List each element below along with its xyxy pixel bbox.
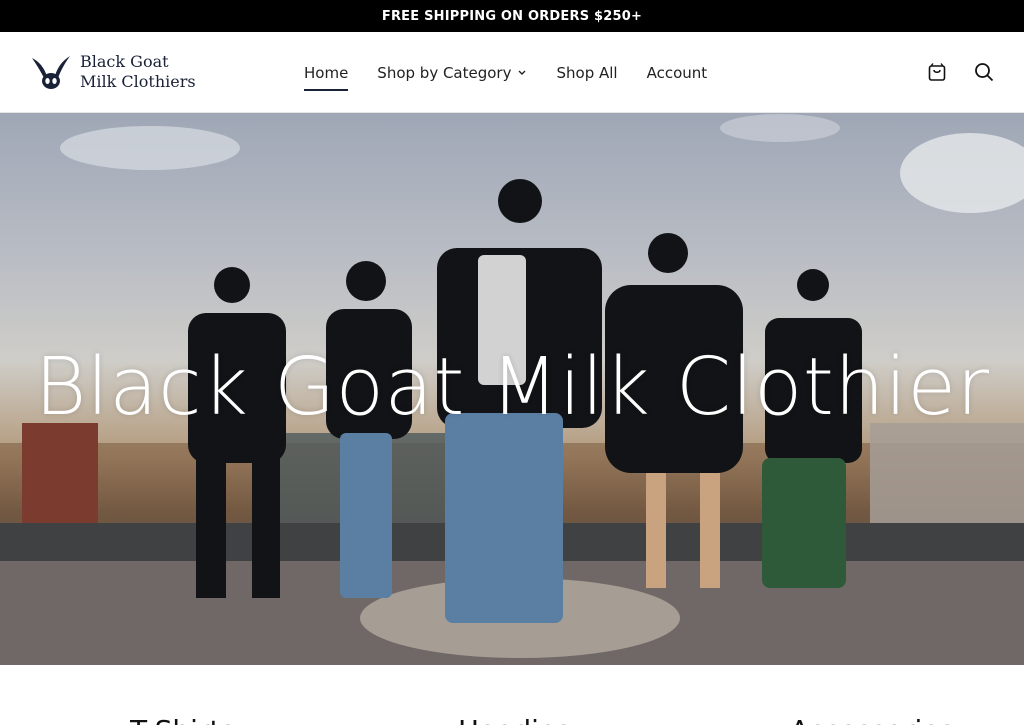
category-section-preview: T-Shirts Hoodies Accessories [0,665,1024,725]
nav-item-label: Home [304,63,349,82]
nav-item-account[interactable]: Account [647,32,708,113]
brand-logo[interactable]: Black Goat Milk Clothiers [30,52,196,92]
chevron-down-icon [518,70,526,75]
brand-name-line2: Milk Clothiers [80,72,196,91]
search-button[interactable] [972,60,996,84]
announcement-bar: FREE SHIPPING ON ORDERS $250+ [0,0,1024,32]
site-header: Black Goat Milk Clothiers Home Shop by C… [0,32,1024,113]
brand-name-line1: Black Goat [80,52,169,71]
nav-item-label: Shop All [556,63,618,82]
nav-item-label: Account [646,63,708,82]
announcement-text: FREE SHIPPING ON ORDERS $250+ [381,8,643,24]
hero-banner[interactable]: Black Goat Milk Clothier [0,113,1024,665]
nav-item-shop-all[interactable]: Shop All [556,32,617,113]
header-actions [902,60,996,84]
cart-button[interactable] [925,60,949,84]
nav-item-label: Shop by Category [377,63,512,82]
section-heading: Accessories [790,717,954,725]
goat-logo-icon [32,56,70,89]
nav-item-home[interactable]: Home [304,32,349,113]
nav-item-shop-by-category[interactable]: Shop by Category [377,32,527,113]
main-nav: Home Shop by Category Shop All Account [304,32,736,113]
section-heading: Hoodies [458,717,571,725]
section-heading: T-Shirts [130,717,235,725]
cart-icon [928,63,946,81]
search-icon [975,63,994,82]
brand-name: Black Goat Milk Clothiers [80,52,196,92]
hero-title: Black Goat Milk Clothier [34,341,990,433]
